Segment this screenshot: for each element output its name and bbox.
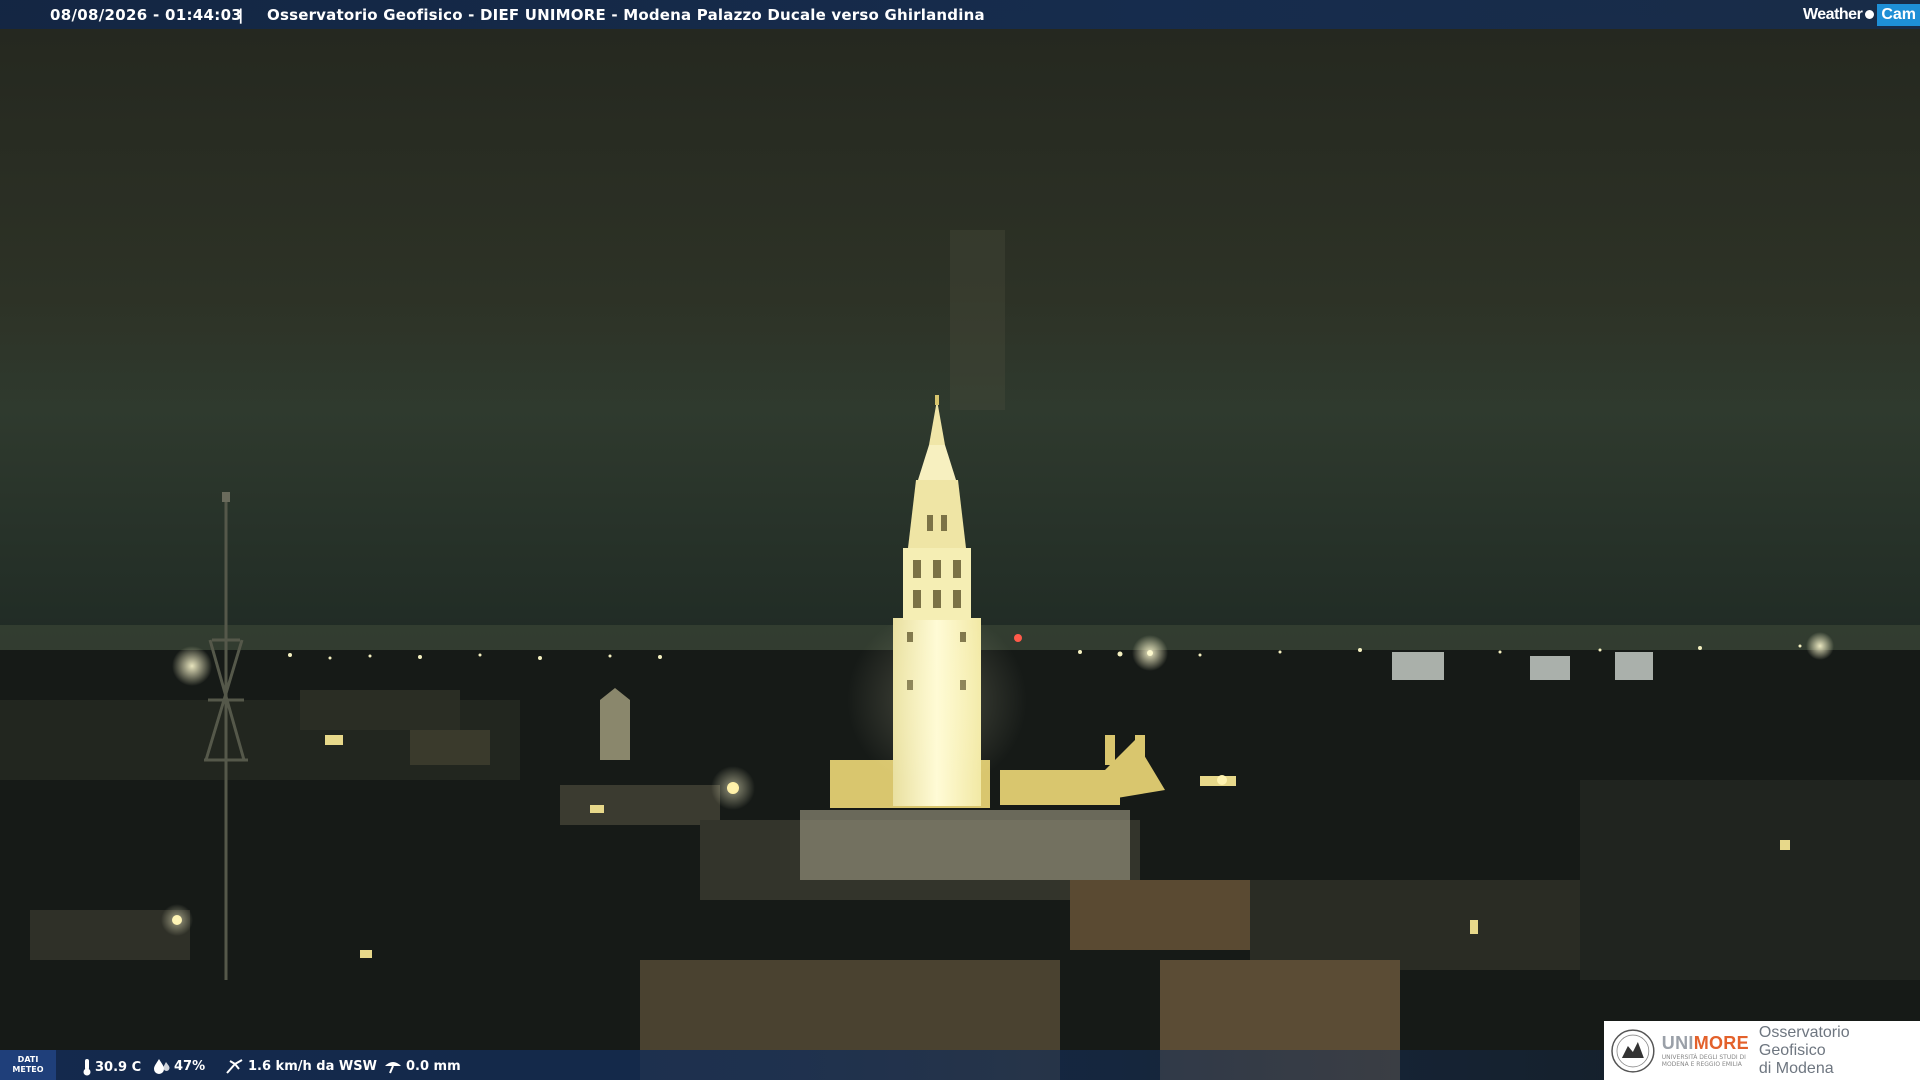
university-line-2: MODENA E REGGIO EMILIA — [1661, 1061, 1742, 1068]
unimore-observatory-logo: UNIMORE UNIVERSITÀ DEGLI STUDI DI MODENA… — [1604, 1021, 1920, 1080]
weather-data-bar: DATI METEO 30.9 C 47% 1.6 km/h da WSW 0.… — [0, 1050, 1604, 1080]
caption-separator: | — [238, 6, 244, 24]
top-caption-bar: 08/08/2026 - 01:44:03 | Osservatorio Geo… — [0, 0, 1920, 29]
humidity-drop-icon — [154, 1059, 170, 1074]
unimore-suffix: MORE — [1693, 1033, 1749, 1053]
dati-meteo-badge: DATI METEO — [0, 1050, 56, 1080]
light-glow — [172, 646, 212, 686]
street-light — [1217, 775, 1227, 785]
light-glow — [1132, 635, 1168, 671]
temperature-value: 30.9 C — [95, 1059, 142, 1075]
weathercam-logo: Weather Cam — [1803, 1, 1920, 28]
observatory-line-1: Osservatorio Geofisico — [1758, 1023, 1850, 1059]
thermometer-icon — [83, 1059, 91, 1076]
timestamp: 08/08/2026 - 01:44:03 — [50, 6, 243, 24]
humidity-metric: 47% — [153, 1058, 205, 1074]
red-beacon — [1014, 634, 1022, 642]
bell-tower — [600, 688, 630, 760]
temperature-metric: 30.9 C — [82, 1058, 141, 1076]
university-line-1: UNIVERSITÀ DEGLI STUDI DI — [1661, 1054, 1746, 1061]
rain-metric: 0.0 mm — [383, 1058, 461, 1074]
wind-value: 1.6 km/h da WSW — [248, 1058, 377, 1074]
palazzo-facade — [800, 810, 1130, 880]
brand-cam: Cam — [1877, 3, 1920, 26]
rain-gauge-icon — [385, 1062, 401, 1074]
tower-glow — [847, 610, 1027, 790]
brand-weather: Weather — [1802, 5, 1863, 23]
meteo-label: METEO — [12, 1065, 44, 1074]
webcam-image — [0, 0, 1920, 1080]
light-glow — [1806, 632, 1834, 660]
wind-icon — [226, 1059, 243, 1074]
observatory-name: Osservatorio Geofisico di Modena — [1759, 1024, 1920, 1078]
reflection-streak — [950, 230, 1005, 410]
rain-value: 0.0 mm — [406, 1058, 461, 1074]
brand-dot-icon — [1865, 10, 1875, 19]
wind-metric: 1.6 km/h da WSW — [225, 1058, 377, 1074]
dati-label: DATI — [17, 1055, 39, 1064]
university-seal-icon — [1611, 1028, 1655, 1073]
observatory-line-2: di Modena — [1758, 1059, 1834, 1077]
camera-title: Osservatorio Geofisico - DIEF UNIMORE - … — [267, 6, 985, 24]
unimore-wordmark: UNIMORE UNIVERSITÀ DEGLI STUDI DI MODENA… — [1662, 1033, 1749, 1068]
unimore-prefix: UNI — [1661, 1033, 1694, 1053]
humidity-value: 47% — [174, 1058, 206, 1074]
